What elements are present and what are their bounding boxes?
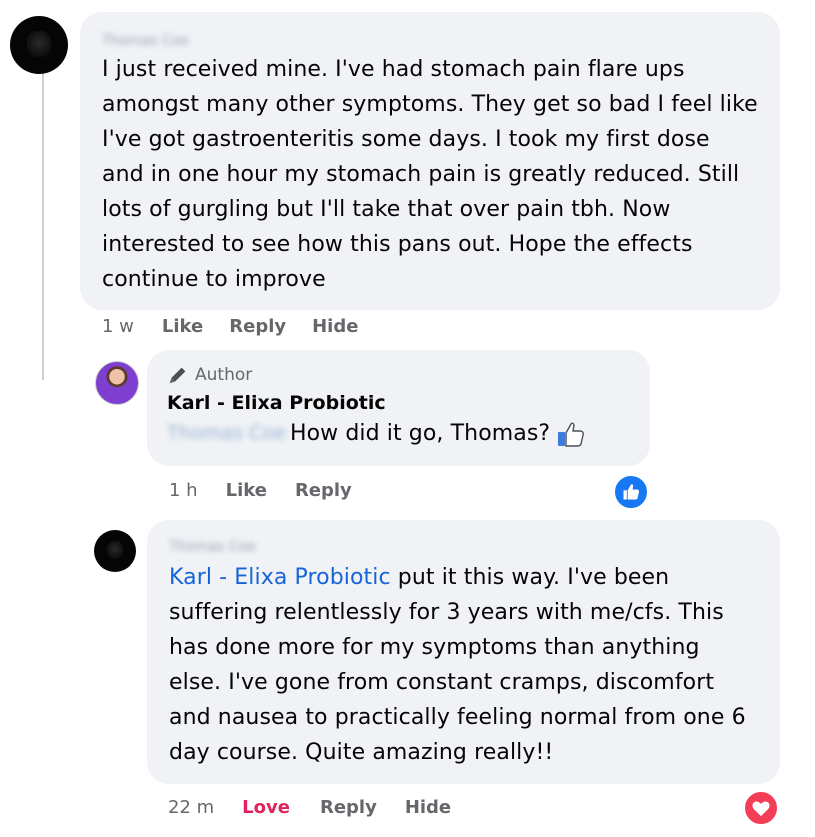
love-button[interactable]: Love — [242, 797, 290, 818]
thumbs-up-emoji-icon — [558, 422, 585, 447]
reply-bubble: Author Karl - Elixa Probiotic Thomas Coe… — [147, 350, 650, 466]
reply-button[interactable]: Reply — [229, 316, 286, 337]
mention-link[interactable]: Karl - Elixa Probiotic — [169, 565, 391, 590]
reply-author[interactable]: Thomas Coe — [169, 536, 758, 556]
reply-body: put it this way. I've been suffering rel… — [169, 565, 746, 765]
comment-author[interactable]: Thomas Coe — [102, 30, 758, 50]
reply-button[interactable]: Reply — [295, 480, 352, 501]
reply-button[interactable]: Reply — [320, 797, 377, 818]
author-badge: Author — [167, 364, 628, 386]
reply-text-row: Thomas Coe How did it go, Thomas? — [167, 416, 628, 451]
love-reaction-icon[interactable] — [743, 790, 779, 826]
mention-blurred[interactable]: Thomas Coe — [167, 416, 286, 451]
avatar[interactable] — [94, 530, 136, 572]
pencil-icon — [169, 367, 186, 384]
comment-actions: 1 w Like Reply Hide — [102, 316, 358, 337]
reply-actions: 1 h Like Reply — [169, 480, 352, 501]
like-button[interactable]: Like — [162, 316, 203, 337]
reply-author-name[interactable]: Karl - Elixa Probiotic — [167, 392, 628, 414]
reply-text: Karl - Elixa Probiotic put it this way. … — [169, 560, 758, 770]
comment-bubble: Thomas Coe I just received mine. I've ha… — [80, 12, 780, 310]
reply-actions: 22 m Love Reply Hide — [168, 797, 451, 818]
like-reaction-icon[interactable] — [613, 474, 649, 510]
author-badge-label: Author — [195, 365, 253, 385]
avatar[interactable] — [10, 16, 68, 74]
thread-line — [42, 70, 44, 380]
reply-bubble: Thomas Coe Karl - Elixa Probiotic put it… — [147, 520, 780, 784]
comment-timestamp[interactable]: 1 w — [102, 316, 134, 337]
like-button[interactable]: Like — [226, 480, 267, 501]
reply-timestamp[interactable]: 1 h — [169, 480, 198, 501]
hide-button[interactable]: Hide — [405, 797, 451, 818]
avatar-karl[interactable] — [95, 361, 139, 405]
hide-button[interactable]: Hide — [312, 316, 358, 337]
reply-timestamp[interactable]: 22 m — [168, 797, 214, 818]
reply-text: How did it go, Thomas? — [289, 421, 551, 446]
comment-text: I just received mine. I've had stomach p… — [102, 57, 758, 292]
